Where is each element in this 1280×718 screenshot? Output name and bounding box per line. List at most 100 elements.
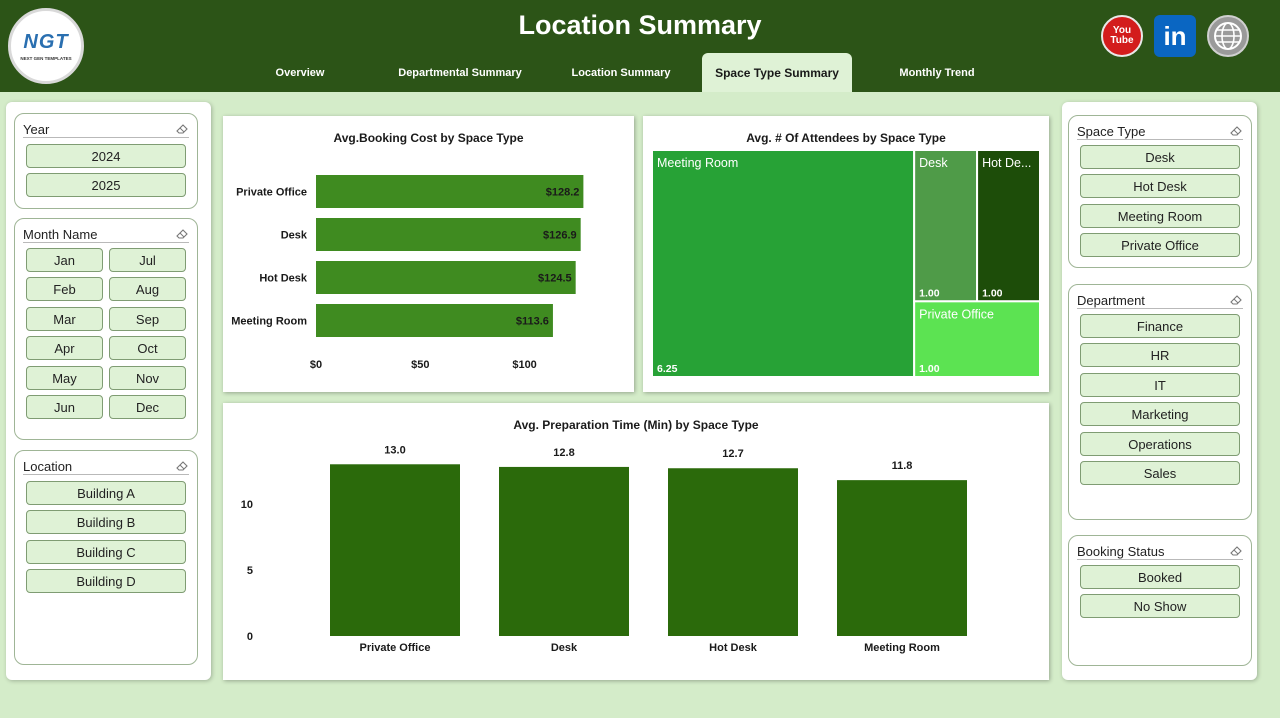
slicer-booking-status-item[interactable]: No Show [1080,594,1240,618]
eraser-icon[interactable] [1229,545,1243,557]
slicer-location-item[interactable]: Building D [26,569,186,593]
bar-data-label: $124.5 [538,273,572,285]
eraser-icon[interactable] [175,123,189,135]
slicer-booking-status-item[interactable]: Booked [1080,565,1240,589]
slicer-month-item[interactable]: Sep [109,307,186,331]
slicer-department-header: Department [1077,293,1243,309]
column-category-label: Hot Desk [709,642,758,654]
slicer-month-item[interactable]: Oct [109,336,186,360]
tab-overview[interactable]: Overview [220,53,380,92]
slicer-space-type-item[interactable]: Private Office [1080,233,1240,257]
chart-prep-time: 0 5 10 13.0 Private Office 12.8 Desk 12.7 Hot De… [241,444,967,654]
slicer-department-item[interactable]: IT [1080,373,1240,397]
slicer-year-item[interactable]: 2025 [26,173,186,197]
column-category-label: Desk [551,642,578,654]
slicer-space-type-item[interactable]: Desk [1080,145,1240,169]
column-data-label: 11.8 [892,460,913,472]
treemap-tile [651,149,916,378]
treemap-tile [976,149,1042,303]
bar-data-label: $113.6 [516,316,549,328]
slicer-space-type-item[interactable]: Hot Desk [1080,174,1240,198]
slicer-year-item[interactable]: 2024 [26,144,186,168]
slicer-month-item[interactable]: Aug [109,277,186,301]
bar-category-label: Meeting Room [231,316,307,328]
slicer-department-item[interactable]: Finance [1080,314,1240,338]
slicer-booking-status-title: Booking Status [1077,544,1165,559]
slicer-location-item[interactable]: Building A [26,481,186,505]
slicer-department-item[interactable]: Marketing [1080,402,1240,426]
x-tick-label: $100 [512,359,536,371]
y-tick-label: 0 [247,631,253,643]
slicer-year-title: Year [23,122,50,137]
left-filter-panel: Year 2024 2025 Month Name Jan Jul Feb Au… [6,102,211,680]
slicer-year: Year 2024 2025 [14,113,198,209]
slicer-year-header: Year [23,122,189,138]
column-bar [330,464,460,636]
slicer-month-item[interactable]: Nov [109,366,186,390]
column-bar [499,466,629,636]
y-tick-label: 10 [241,499,253,511]
tab-monthly-trend[interactable]: Monthly Trend [852,53,1022,92]
eraser-icon[interactable] [175,228,189,240]
slicer-month-item[interactable]: Jun [26,395,103,419]
youtube-icon[interactable]: You Tube [1101,15,1143,57]
column-data-label: 13.0 [384,444,405,456]
slicer-space-type-item[interactable]: Meeting Room [1080,204,1240,228]
slicer-space-type-header: Space Type [1077,124,1243,140]
treemap-tile-value: 1.00 [919,287,940,299]
slicer-month-item[interactable]: Mar [26,307,103,331]
slicer-space-type-title: Space Type [1077,124,1146,139]
slicer-month-item[interactable]: Feb [26,277,103,301]
slicer-month-item[interactable]: Jul [109,248,186,272]
chart-booking-cost: Private Office $128.2 Desk $126.9 Hot Desk $1… [231,175,584,371]
column-bar [668,468,798,636]
logo-subtitle: NEXT GEN TEMPLATES [20,56,72,61]
column-category-label: Private Office [360,642,431,654]
treemap-tile-label: Hot De... [982,156,1031,170]
slicer-department-item[interactable]: Operations [1080,432,1240,456]
slicer-location: Location Building A Building B Building … [14,450,198,665]
column-data-label: 12.8 [553,447,574,459]
bar-data-label: $128.2 [546,187,580,199]
slicer-month-item[interactable]: Dec [109,395,186,419]
chart-prep-time-panel: Avg. Preparation Time (Min) by Space Typ… [223,403,1049,680]
slicer-booking-status: Booking Status Booked No Show [1068,535,1252,666]
eraser-icon[interactable] [1229,125,1243,137]
x-tick-label: $0 [310,359,322,371]
slicer-month-item[interactable]: Jan [26,248,103,272]
y-tick-label: 5 [247,565,253,577]
slicer-space-type: Space Type Desk Hot Desk Meeting Room Pr… [1068,115,1252,268]
slicer-department-item[interactable]: HR [1080,343,1240,367]
globe-icon[interactable] [1207,15,1249,57]
column-category-label: Meeting Room [864,642,940,654]
treemap-tile-label: Meeting Room [657,156,738,170]
header-bar: NGT NEXT GEN TEMPLATES Location Summary … [0,0,1280,92]
linkedin-icon[interactable]: in [1154,15,1196,57]
tab-departmental-summary[interactable]: Departmental Summary [380,53,540,92]
slicer-booking-status-header: Booking Status [1077,544,1243,560]
youtube-label: You Tube [1110,25,1134,46]
tab-location-summary[interactable]: Location Summary [540,53,702,92]
bar-category-label: Hot Desk [259,273,308,285]
tab-space-type-summary[interactable]: Space Type Summary [702,53,852,92]
slicer-month-item[interactable]: May [26,366,103,390]
slicer-location-title: Location [23,459,73,474]
eraser-icon[interactable] [175,460,189,472]
bar [316,218,581,251]
slicer-department-title: Department [1077,293,1145,308]
treemap-tile-label: Private Office [919,307,994,321]
chart-attendees: Meeting Room 6.25 Desk 1.00 Hot De... 1.00 Pri… [651,149,1042,378]
slicer-location-item[interactable]: Building B [26,510,186,534]
treemap-tile-value: 1.00 [982,287,1003,299]
nav-tabs: Overview Departmental Summary Location S… [220,53,1022,92]
eraser-icon[interactable] [1229,294,1243,306]
slicer-location-item[interactable]: Building C [26,540,186,564]
treemap-tile-label: Desk [919,156,948,170]
slicer-department-item[interactable]: Sales [1080,461,1240,485]
treemap-tile-value: 1.00 [919,363,940,375]
slicer-month-header: Month Name [23,227,189,243]
slicer-month-item[interactable]: Apr [26,336,103,360]
x-tick-label: $50 [411,359,429,371]
column-bar [837,480,967,636]
linkedin-label: in [1163,20,1187,51]
